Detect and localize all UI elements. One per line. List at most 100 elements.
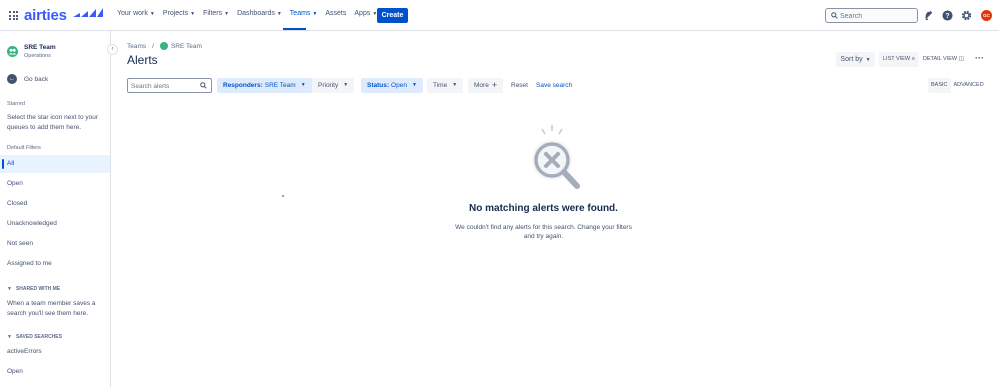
page-title: Alerts xyxy=(127,53,158,67)
nav-label: Dashboards xyxy=(237,10,275,17)
nav-label: Assets xyxy=(325,10,347,17)
shared-heading-label: SHARED WITH ME xyxy=(15,286,61,292)
nav-label: Your work xyxy=(117,10,148,17)
nav-dashboards[interactable]: Dashboards ▼ xyxy=(237,10,282,17)
global-search[interactable] xyxy=(825,8,918,23)
top-navigation: airties Your work ▼ Projects ▼ Filters ▼ Da… xyxy=(0,0,999,31)
nav-assets[interactable]: Assets xyxy=(325,10,346,17)
nav-your-work[interactable]: Your work ▼ xyxy=(117,10,155,17)
starred-heading: Starred xyxy=(7,101,26,107)
chevron-down-icon: ▼ xyxy=(411,82,417,88)
detail-view-button[interactable]: DETAIL VIEW ◫ xyxy=(919,52,968,67)
time-filter[interactable]: Time ▼ xyxy=(427,78,464,93)
breadcrumb-sre-team[interactable]: SRE Team xyxy=(171,43,202,50)
advanced-mode-button[interactable]: ADVANCED xyxy=(951,78,987,93)
priority-label: Priority xyxy=(318,82,339,89)
basic-mode-button[interactable]: BASIC xyxy=(928,78,951,93)
sort-by-label: Sort by xyxy=(840,56,863,63)
chevron-down-icon: ▼ xyxy=(312,10,318,17)
search-icon xyxy=(200,82,207,89)
team-icon xyxy=(159,42,168,50)
chevron-down-icon: ▼ xyxy=(149,10,155,17)
detail-view-label: DETAIL VIEW xyxy=(922,56,958,62)
sidebar-filter-not-seen[interactable]: Not seen xyxy=(0,235,110,253)
avatar[interactable]: GC xyxy=(981,10,992,21)
more-filters-button[interactable]: More + xyxy=(468,78,504,93)
responders-key: Responders: xyxy=(223,82,263,89)
chevron-down-icon: ▼ xyxy=(276,10,282,17)
starred-empty-text: Select the star icon next to your queues… xyxy=(7,114,99,131)
breadcrumb: Teams / SRE Team xyxy=(127,42,202,50)
list-view-label: LIST VIEW xyxy=(883,56,911,62)
responders-filter[interactable]: Responders: SRE Team ▼ xyxy=(217,78,312,93)
detail-icon: ◫ xyxy=(958,56,964,62)
team-subtitle: Operations xyxy=(24,53,51,59)
go-back-link[interactable]: ← Go back xyxy=(7,74,48,84)
search-icon xyxy=(831,12,838,19)
status-filter[interactable]: Status: Open ▼ xyxy=(361,78,423,93)
team-avatar xyxy=(7,46,18,57)
chevron-down-icon: ▼ xyxy=(7,286,12,292)
nav-teams[interactable]: Teams ▼ xyxy=(290,10,318,17)
app-switcher-icon[interactable] xyxy=(9,11,18,20)
nav-label: Teams xyxy=(289,10,311,17)
svg-text:?: ? xyxy=(945,13,949,20)
nav-apps[interactable]: Apps ▼ xyxy=(354,10,377,17)
sidebar-filter-unacknowledged[interactable]: Unacknowledged xyxy=(0,215,110,233)
collapse-sidebar-button[interactable]: ‹ xyxy=(107,44,118,55)
status-value: Open xyxy=(391,82,407,89)
active-nav-indicator xyxy=(283,28,306,30)
list-view-button[interactable]: LIST VIEW ≡ xyxy=(879,52,919,67)
shared-with-me-heading[interactable]: ▼ SHARED WITH ME xyxy=(7,286,60,292)
saved-search-item[interactable]: Open xyxy=(0,363,110,381)
nav-filters[interactable]: Filters ▼ xyxy=(203,10,229,17)
priority-filter[interactable]: Priority ▼ xyxy=(312,78,355,93)
responders-value: SRE Team xyxy=(264,82,296,89)
nav-label: Apps xyxy=(354,10,371,17)
notifications-icon[interactable] xyxy=(924,10,935,21)
cursor-dot xyxy=(282,195,284,197)
breadcrumb-separator: / xyxy=(152,42,154,50)
plus-icon: + xyxy=(491,80,498,90)
search-input[interactable] xyxy=(840,11,915,21)
more-actions-icon[interactable]: ··· xyxy=(972,52,987,67)
chevron-down-icon: ▼ xyxy=(224,10,230,17)
view-toggle: LIST VIEW ≡ DETAIL VIEW ◫ xyxy=(879,52,968,67)
sidebar-filter-open[interactable]: Open xyxy=(0,175,110,193)
saved-search-item[interactable]: activeErrors xyxy=(0,343,110,361)
logo[interactable]: airties xyxy=(24,7,67,24)
logo-wave-icon xyxy=(73,8,103,17)
team-icon xyxy=(8,48,17,55)
breadcrumb-teams[interactable]: Teams xyxy=(127,43,146,50)
sidebar-filter-closed[interactable]: Closed xyxy=(0,195,110,213)
saved-searches-heading[interactable]: ▼ SAVED SEARCHES xyxy=(7,334,62,340)
no-results-illustration-icon xyxy=(532,125,580,189)
time-label: Time xyxy=(433,82,448,89)
help-icon[interactable]: ? xyxy=(942,10,953,21)
chevron-down-icon: ▼ xyxy=(343,82,349,88)
chevron-down-icon: ▼ xyxy=(300,82,306,88)
create-button[interactable]: Create xyxy=(377,8,408,23)
alert-search-field[interactable] xyxy=(127,78,212,93)
status-key: Status: xyxy=(367,82,390,89)
alert-search-input[interactable] xyxy=(131,81,199,91)
saved-heading-label: SAVED SEARCHES xyxy=(15,334,62,340)
sort-by-button[interactable]: Sort by ▼ xyxy=(836,52,875,67)
more-label: More xyxy=(474,82,489,89)
save-search-link[interactable]: Save search xyxy=(536,78,572,93)
arrow-left-icon: ← xyxy=(7,74,17,84)
list-icon: ≡ xyxy=(911,56,915,62)
nav-projects[interactable]: Projects ▼ xyxy=(163,10,195,17)
search-mode-toggle: BASIC ADVANCED xyxy=(928,78,987,93)
primary-nav: Your work ▼ Projects ▼ Filters ▼ Dashboards… xyxy=(117,10,385,17)
shared-empty-text: When a team member saves a search you'll… xyxy=(7,300,96,317)
filter-bar: Responders:SRE Team ▼ Priority ▼ Status:Op… xyxy=(127,78,999,93)
chevron-down-icon: ▼ xyxy=(452,82,458,88)
settings-icon[interactable] xyxy=(961,10,972,21)
go-back-label: Go back xyxy=(24,75,49,83)
sidebar-filter-all[interactable]: All xyxy=(0,155,110,173)
reset-link[interactable]: Reset xyxy=(511,78,528,93)
sidebar-filter-assigned-to-me[interactable]: Assigned to me xyxy=(0,255,110,273)
nav-label: Projects xyxy=(162,10,189,17)
nav-label: Filters xyxy=(203,10,223,17)
